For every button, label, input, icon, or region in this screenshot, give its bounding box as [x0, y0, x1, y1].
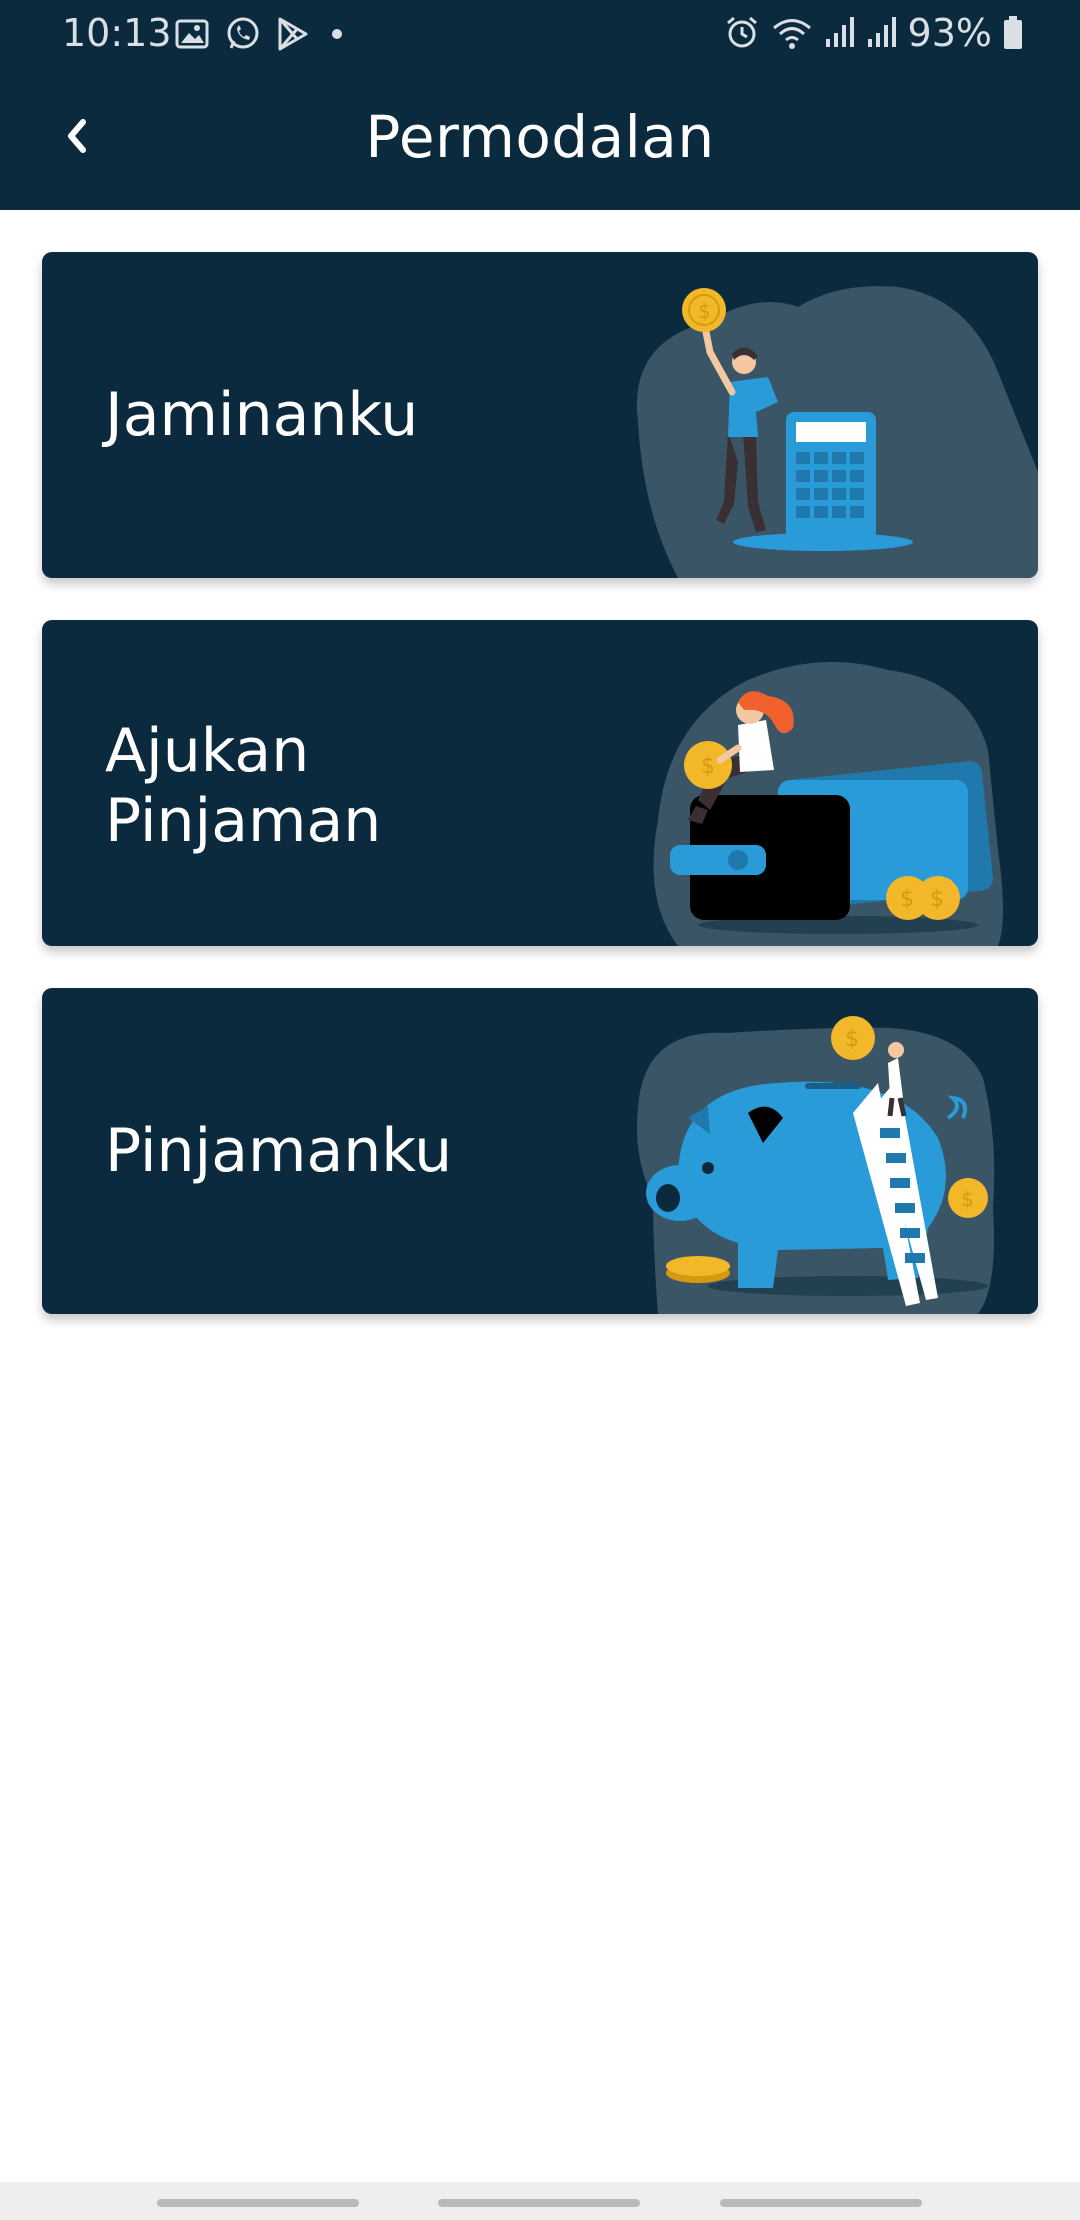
menu-card-label: Pinjamanku: [105, 1116, 453, 1186]
alarm-icon: [726, 16, 757, 48]
signal-icon: [867, 17, 896, 47]
svg-text:$: $: [698, 299, 711, 323]
menu-card-pinjamanku[interactable]: Pinjamanku $ $: [42, 988, 1038, 1314]
menu-card-label: Ajukan Pinjaman: [105, 716, 382, 856]
status-time: 10:13: [62, 11, 172, 55]
svg-text:$: $: [701, 754, 715, 779]
gallery-icon: [175, 19, 209, 49]
calculator-illustration: $: [636, 286, 1038, 578]
wallet-illustration: $ $ $: [653, 662, 1003, 946]
battery-icon: [1004, 16, 1022, 49]
menu-card-ajukan-pinjaman[interactable]: Ajukan Pinjaman $ $ $: [42, 620, 1038, 946]
svg-text:$: $: [930, 887, 944, 912]
app-bar: Permodalan: [0, 66, 1080, 210]
menu-card-label: Jaminanku: [105, 380, 419, 450]
piggy-bank-illustration: $ $: [637, 1016, 995, 1314]
signal-icon: [825, 17, 854, 47]
menu-card-jaminanku[interactable]: Jaminanku $: [42, 252, 1038, 578]
system-icons: 93%: [724, 10, 1024, 56]
nav-back-button[interactable]: [720, 2199, 922, 2207]
svg-text:$: $: [961, 1187, 974, 1211]
svg-text:$: $: [845, 1027, 859, 1052]
status-bar: 10:13 93%: [0, 0, 1080, 66]
play-store-icon: [278, 17, 308, 51]
wifi-icon: [772, 19, 811, 49]
nav-recent-apps-button[interactable]: [157, 2199, 359, 2207]
battery-percentage: 93%: [907, 11, 992, 55]
page-title: Permodalan: [365, 103, 715, 171]
nav-home-button[interactable]: [438, 2199, 640, 2207]
svg-text:$: $: [900, 887, 914, 912]
notification-icons: [175, 14, 349, 54]
dot-icon: [332, 29, 342, 39]
whatsapp-icon: [227, 17, 259, 49]
navigation-bar: [0, 2182, 1080, 2220]
